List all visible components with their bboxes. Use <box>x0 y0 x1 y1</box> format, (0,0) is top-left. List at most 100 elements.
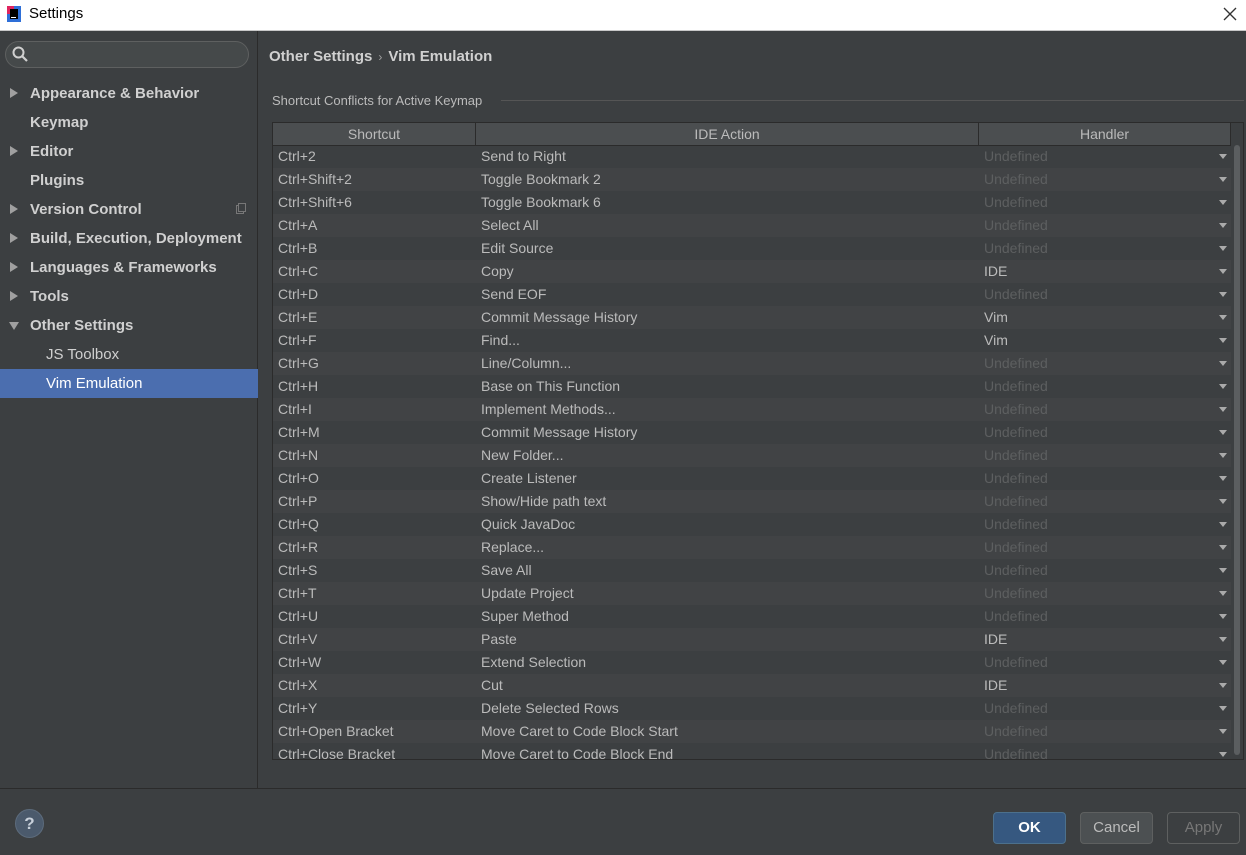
table-row[interactable]: Ctrl+Q Quick JavaDoc Undefined <box>273 513 1231 536</box>
dropdown-arrow-icon[interactable] <box>1219 315 1227 320</box>
sidebar-item-keymap[interactable]: Keymap <box>0 108 258 137</box>
handler-select[interactable]: Undefined <box>984 214 1048 237</box>
sidebar-item-languages-frameworks[interactable]: Languages & Frameworks <box>0 253 258 282</box>
search-input[interactable] <box>5 41 249 68</box>
collapsed-arrow-icon[interactable] <box>10 146 18 156</box>
handler-select[interactable]: Undefined <box>984 720 1048 743</box>
table-row[interactable]: Ctrl+Close Bracket Move Caret to Code Blo… <box>273 743 1231 759</box>
handler-select[interactable]: Undefined <box>984 513 1048 536</box>
window-close-button[interactable] <box>1218 2 1242 26</box>
table-row[interactable]: Ctrl+Shift+6 Toggle Bookmark 6 Undefined <box>273 191 1231 214</box>
sidebar-item-version-control[interactable]: Version Control <box>0 195 258 224</box>
dropdown-arrow-icon[interactable] <box>1219 177 1227 182</box>
handler-select[interactable]: IDE <box>984 260 1007 283</box>
table-row[interactable]: Ctrl+N New Folder... Undefined <box>273 444 1231 467</box>
table-row[interactable]: Ctrl+V Paste IDE <box>273 628 1231 651</box>
dropdown-arrow-icon[interactable] <box>1219 384 1227 389</box>
table-row[interactable]: Ctrl+Open Bracket Move Caret to Code Bloc… <box>273 720 1231 743</box>
dropdown-arrow-icon[interactable] <box>1219 269 1227 274</box>
table-scrollbar[interactable] <box>1233 145 1241 759</box>
handler-select[interactable]: Undefined <box>984 352 1048 375</box>
column-header-ide-action[interactable]: IDE Action <box>476 123 979 145</box>
collapsed-arrow-icon[interactable] <box>10 233 18 243</box>
sidebar-item-editor[interactable]: Editor <box>0 137 258 166</box>
handler-select[interactable]: Undefined <box>984 582 1048 605</box>
table-row[interactable]: Ctrl+T Update Project Undefined <box>273 582 1231 605</box>
ok-button[interactable]: OK <box>993 812 1066 844</box>
table-row[interactable]: Ctrl+Shift+2 Toggle Bookmark 2 Undefined <box>273 168 1231 191</box>
dropdown-arrow-icon[interactable] <box>1219 545 1227 550</box>
table-row[interactable]: Ctrl+P Show/Hide path text Undefined <box>273 490 1231 513</box>
handler-select[interactable]: Undefined <box>984 467 1048 490</box>
dropdown-arrow-icon[interactable] <box>1219 246 1227 251</box>
column-header-shortcut[interactable]: Shortcut <box>273 123 476 145</box>
apply-button[interactable]: Apply <box>1167 812 1240 844</box>
handler-select[interactable]: Undefined <box>984 697 1048 720</box>
collapsed-arrow-icon[interactable] <box>10 88 18 98</box>
sidebar-item-js-toolbox[interactable]: JS Toolbox <box>0 340 258 369</box>
sidebar-item-plugins[interactable]: Plugins <box>0 166 258 195</box>
handler-select[interactable]: IDE <box>984 674 1007 697</box>
dropdown-arrow-icon[interactable] <box>1219 752 1227 757</box>
handler-select[interactable]: Undefined <box>984 398 1048 421</box>
table-row[interactable]: Ctrl+2 Send to Right Undefined <box>273 145 1231 168</box>
dropdown-arrow-icon[interactable] <box>1219 453 1227 458</box>
expanded-arrow-icon[interactable] <box>9 322 19 330</box>
dropdown-arrow-icon[interactable] <box>1219 430 1227 435</box>
handler-select[interactable]: Undefined <box>984 536 1048 559</box>
dropdown-arrow-icon[interactable] <box>1219 154 1227 159</box>
dropdown-arrow-icon[interactable] <box>1219 660 1227 665</box>
table-row[interactable]: Ctrl+A Select All Undefined <box>273 214 1231 237</box>
dropdown-arrow-icon[interactable] <box>1219 499 1227 504</box>
handler-select[interactable]: Undefined <box>984 559 1048 582</box>
handler-select[interactable]: Undefined <box>984 168 1048 191</box>
dropdown-arrow-icon[interactable] <box>1219 361 1227 366</box>
dropdown-arrow-icon[interactable] <box>1219 223 1227 228</box>
dropdown-arrow-icon[interactable] <box>1219 591 1227 596</box>
dropdown-arrow-icon[interactable] <box>1219 292 1227 297</box>
handler-select[interactable]: Undefined <box>984 421 1048 444</box>
sidebar-item-appearance-behavior[interactable]: Appearance & Behavior <box>0 79 258 108</box>
table-row[interactable]: Ctrl+X Cut IDE <box>273 674 1231 697</box>
table-row[interactable]: Ctrl+O Create Listener Undefined <box>273 467 1231 490</box>
dropdown-arrow-icon[interactable] <box>1219 614 1227 619</box>
handler-select[interactable]: Undefined <box>984 145 1048 168</box>
cancel-button[interactable]: Cancel <box>1080 812 1153 844</box>
dropdown-arrow-icon[interactable] <box>1219 568 1227 573</box>
sidebar-item-build-execution-deployment[interactable]: Build, Execution, Deployment <box>0 224 258 253</box>
dropdown-arrow-icon[interactable] <box>1219 338 1227 343</box>
scrollbar-thumb[interactable] <box>1234 145 1240 755</box>
handler-select[interactable]: Undefined <box>984 651 1048 674</box>
dropdown-arrow-icon[interactable] <box>1219 637 1227 642</box>
dropdown-arrow-icon[interactable] <box>1219 200 1227 205</box>
handler-select[interactable]: Undefined <box>984 283 1048 306</box>
handler-select[interactable]: Undefined <box>984 444 1048 467</box>
dropdown-arrow-icon[interactable] <box>1219 407 1227 412</box>
sidebar-item-tools[interactable]: Tools <box>0 282 258 311</box>
table-row[interactable]: Ctrl+I Implement Methods... Undefined <box>273 398 1231 421</box>
table-row[interactable]: Ctrl+F Find... Vim <box>273 329 1231 352</box>
table-row[interactable]: Ctrl+D Send EOF Undefined <box>273 283 1231 306</box>
handler-select[interactable]: Undefined <box>984 191 1048 214</box>
table-row[interactable]: Ctrl+E Commit Message History Vim <box>273 306 1231 329</box>
table-row[interactable]: Ctrl+B Edit Source Undefined <box>273 237 1231 260</box>
handler-select[interactable]: Undefined <box>984 605 1048 628</box>
sidebar-item-other-settings[interactable]: Other Settings <box>0 311 258 340</box>
sidebar-item-vim-emulation[interactable]: Vim Emulation <box>0 369 258 398</box>
table-row[interactable]: Ctrl+C Copy IDE <box>273 260 1231 283</box>
help-button[interactable]: ? <box>15 809 44 838</box>
handler-select[interactable]: Undefined <box>984 375 1048 398</box>
collapsed-arrow-icon[interactable] <box>10 262 18 272</box>
table-row[interactable]: Ctrl+H Base on This Function Undefined <box>273 375 1231 398</box>
table-row[interactable]: Ctrl+W Extend Selection Undefined <box>273 651 1231 674</box>
table-row[interactable]: Ctrl+M Commit Message History Undefined <box>273 421 1231 444</box>
column-header-handler[interactable]: Handler <box>979 123 1231 145</box>
table-row[interactable]: Ctrl+G Line/Column... Undefined <box>273 352 1231 375</box>
collapsed-arrow-icon[interactable] <box>10 204 18 214</box>
dropdown-arrow-icon[interactable] <box>1219 706 1227 711</box>
handler-select[interactable]: IDE <box>984 628 1007 651</box>
collapsed-arrow-icon[interactable] <box>10 291 18 301</box>
handler-select[interactable]: Undefined <box>984 490 1048 513</box>
table-row[interactable]: Ctrl+U Super Method Undefined <box>273 605 1231 628</box>
handler-select[interactable]: Vim <box>984 306 1008 329</box>
